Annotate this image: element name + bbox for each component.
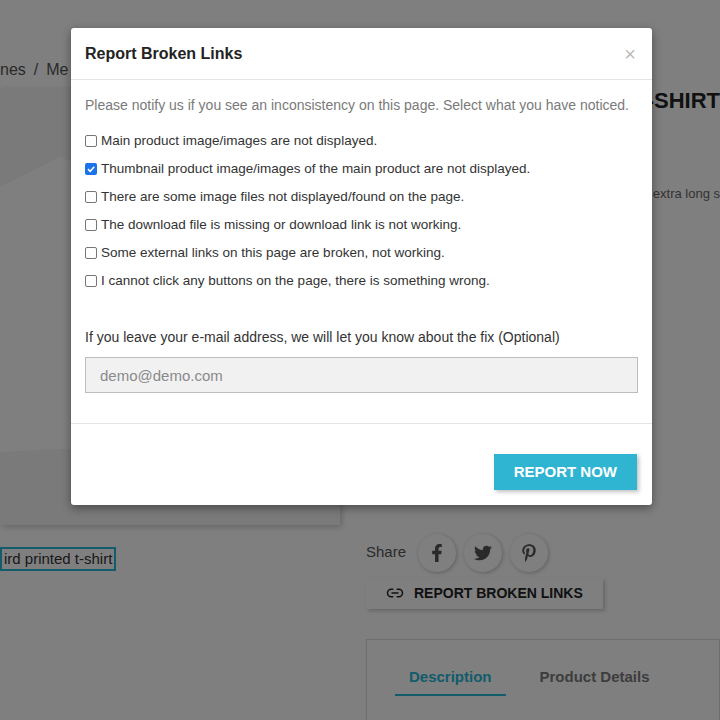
option-label: I cannot click any buttons on the page, … bbox=[101, 271, 490, 291]
dialog-intro: Please notify us if you see an inconsist… bbox=[85, 95, 638, 115]
dialog-body: Please notify us if you see an inconsist… bbox=[71, 80, 652, 423]
option-row[interactable]: Main product image/images are not displa… bbox=[85, 127, 638, 155]
option-row[interactable]: The download file is missing or download… bbox=[85, 211, 638, 239]
option-row[interactable]: I cannot click any buttons on the page, … bbox=[85, 267, 638, 295]
option-row[interactable]: Thumbnail product image/images of the ma… bbox=[85, 155, 638, 183]
checkbox[interactable] bbox=[85, 219, 97, 231]
option-row[interactable]: Some external links on this page are bro… bbox=[85, 239, 638, 267]
option-label: Some external links on this page are bro… bbox=[101, 243, 445, 263]
dialog-footer: REPORT NOW bbox=[71, 423, 652, 505]
option-label: Main product image/images are not displa… bbox=[101, 131, 377, 151]
checkbox[interactable] bbox=[85, 275, 97, 287]
dialog-header: Report Broken Links × bbox=[71, 28, 652, 80]
option-row[interactable]: There are some image files not displayed… bbox=[85, 183, 638, 211]
option-label: There are some image files not displayed… bbox=[101, 187, 464, 207]
report-now-button[interactable]: REPORT NOW bbox=[494, 454, 637, 490]
check-icon bbox=[86, 164, 96, 174]
option-label: Thumbnail product image/images of the ma… bbox=[101, 159, 530, 179]
email-input[interactable] bbox=[85, 357, 638, 393]
options-list: Main product image/images are not displa… bbox=[85, 127, 638, 295]
checkbox[interactable] bbox=[85, 135, 97, 147]
product-page: nes/Meird printed t-shirt-SHIRTf extra l… bbox=[0, 0, 720, 720]
option-label: The download file is missing or download… bbox=[101, 215, 461, 235]
dialog-title: Report Broken Links bbox=[85, 42, 242, 66]
email-label: If you leave your e-mail address, we wil… bbox=[85, 327, 638, 348]
checkbox[interactable] bbox=[85, 247, 97, 259]
checkbox[interactable] bbox=[85, 163, 97, 175]
report-dialog: Report Broken Links × Please notify us if … bbox=[71, 28, 652, 505]
close-button[interactable]: × bbox=[624, 44, 638, 64]
checkbox[interactable] bbox=[85, 191, 97, 203]
